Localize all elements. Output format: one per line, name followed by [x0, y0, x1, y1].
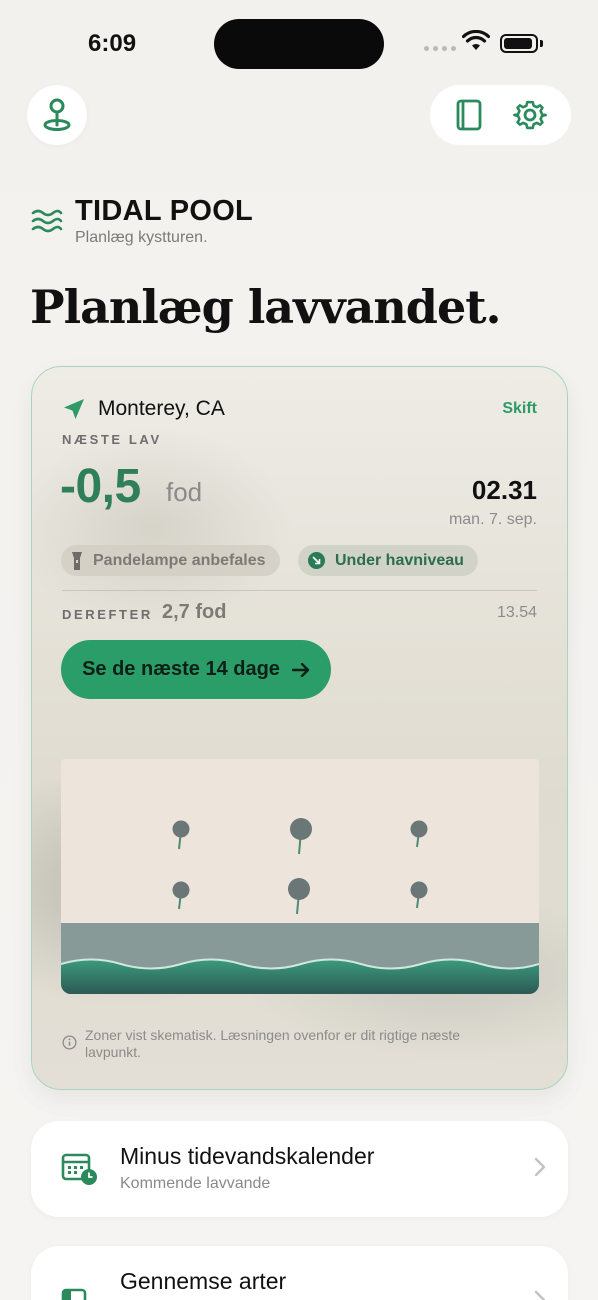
- below-sea-level-chip: Under havniveau: [298, 545, 478, 576]
- next-low-unit: fod: [166, 477, 203, 507]
- card-divider: [62, 590, 537, 591]
- book-icon[interactable]: [454, 98, 484, 132]
- list-item-title: Gennemse arter: [120, 1268, 287, 1294]
- then-value: 2,7 fod: [162, 601, 227, 623]
- map-pin-button[interactable]: [27, 85, 87, 145]
- signal-icon: [424, 46, 456, 51]
- then-time: 13.54: [496, 604, 537, 621]
- location-name: Monterey, CA: [98, 397, 225, 420]
- tidepool-marker: [172, 820, 190, 850]
- battery-tip: [540, 40, 543, 47]
- arrow-down-right-icon: [308, 552, 325, 569]
- status-bar: 6:09: [0, 0, 598, 90]
- next-14-days-button[interactable]: Se de næste 14 dage: [61, 640, 331, 699]
- zone-illustration: [61, 818, 539, 994]
- tidepool-marker: [410, 820, 428, 848]
- status-time: 6:09: [88, 30, 137, 57]
- top-actions: [430, 85, 571, 145]
- next-low-label: NÆSTE LAV: [62, 432, 162, 447]
- app-brand: TIDAL POOL Planlæg kystturen.: [31, 195, 253, 247]
- next-14-days-label: Se de næste 14 dage: [82, 658, 280, 680]
- gear-icon[interactable]: [512, 98, 547, 132]
- list-item-browse-species[interactable]: Gennemse arter: [31, 1246, 568, 1300]
- location-arrow-icon: [64, 399, 84, 419]
- calendar-clock-icon: [61, 1153, 97, 1185]
- dynamic-island: [214, 19, 384, 69]
- then-label: DEREFTER: [62, 607, 153, 622]
- tidepool-marker: [290, 818, 312, 855]
- wifi-icon: [462, 30, 490, 50]
- zone-note-text: Zoner vist skematisk. Læsningen ovenfor …: [85, 1027, 461, 1060]
- zone-diagram: [61, 759, 539, 994]
- tidepool-marker: [172, 881, 190, 910]
- info-icon: [62, 1035, 77, 1050]
- battery-icon: [500, 34, 538, 53]
- next-low-time: 02.31: [471, 475, 537, 505]
- list-item-subtitle: Kommende lavvande: [120, 1175, 271, 1192]
- tidepool-marker: [410, 881, 428, 909]
- tidepool-marker: [288, 878, 310, 915]
- tide-card: Monterey, CA Skift NÆSTE LAV -0,5 fod 02…: [31, 366, 568, 1090]
- map-pin-icon: [43, 98, 71, 131]
- flashlight-icon: [72, 551, 82, 570]
- book-icon: [61, 1288, 87, 1300]
- list-item-title: Minus tidevandskalender: [120, 1143, 375, 1169]
- page-title: Planlæg lavvandet.: [30, 280, 502, 334]
- chevron-right-icon: [534, 1290, 546, 1300]
- change-location-button[interactable]: Skift: [502, 400, 537, 418]
- arrow-right-icon: [291, 662, 310, 677]
- next-low-date: man. 7. sep.: [448, 511, 537, 528]
- location-row: Monterey, CA: [62, 397, 225, 421]
- app-tagline: Planlæg kystturen.: [75, 229, 208, 246]
- app-name: TIDAL POOL: [75, 195, 254, 227]
- list-item-tide-calendar[interactable]: Minus tidevandskalender Kommende lavvand…: [31, 1121, 568, 1217]
- zone-note: Zoner vist skematisk. Læsningen ovenfor …: [62, 1027, 502, 1061]
- headlamp-chip: Pandelampe anbefales: [61, 545, 280, 576]
- waves-icon: [31, 209, 63, 233]
- chevron-right-icon: [534, 1157, 546, 1177]
- headlamp-chip-label: Pandelampe anbefales: [93, 551, 266, 569]
- next-low-value: -0,5: [60, 460, 141, 513]
- below-sea-level-label: Under havniveau: [335, 551, 464, 569]
